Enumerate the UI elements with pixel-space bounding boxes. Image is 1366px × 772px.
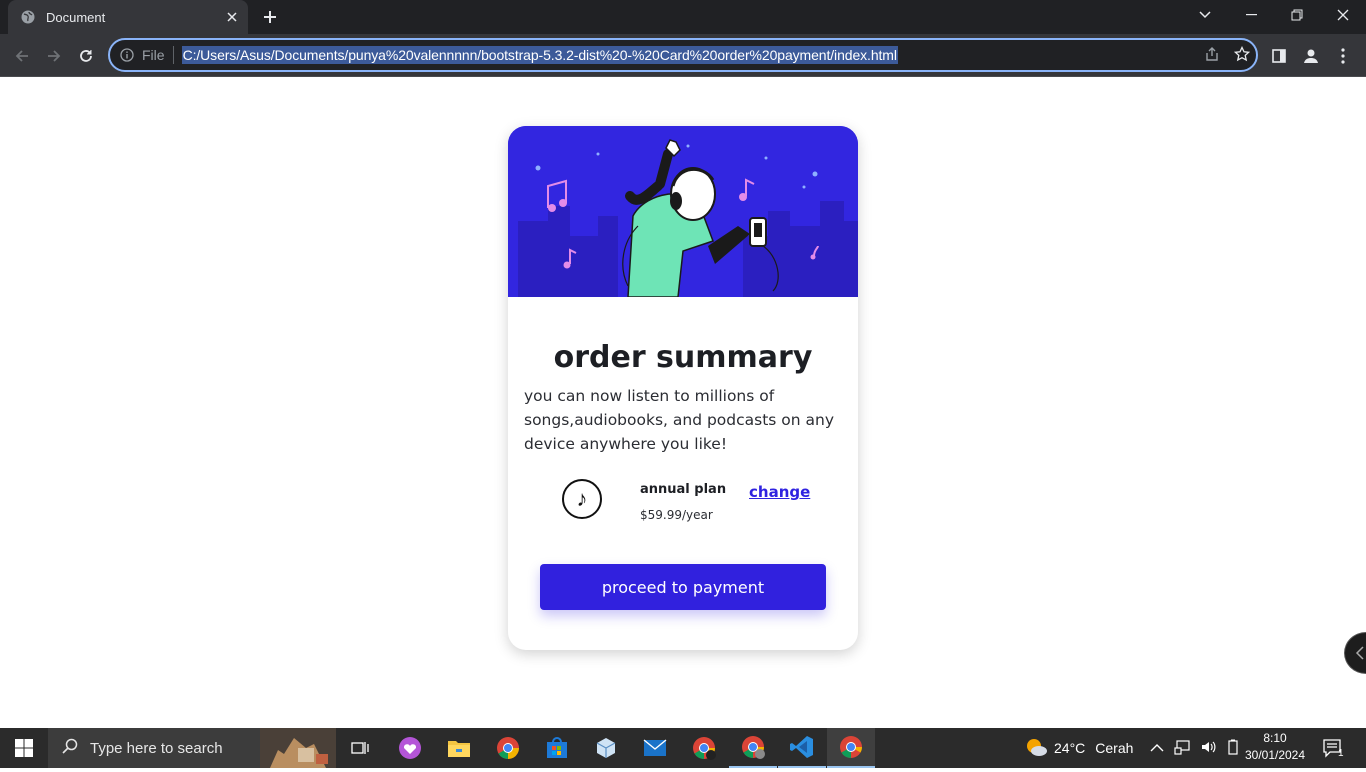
address-bar[interactable]: File C:/Users/Asus/Documents/punya%20val… — [108, 38, 1258, 72]
omnibox-divider — [172, 46, 174, 64]
bookmark-star-icon[interactable] — [1233, 45, 1251, 67]
network-icon[interactable] — [1174, 739, 1190, 758]
battery-icon[interactable] — [1226, 739, 1240, 758]
side-panel-icon[interactable] — [1266, 43, 1292, 69]
chrome-active-icon[interactable] — [827, 728, 875, 768]
card-title: order summary — [553, 340, 813, 375]
system-tray — [1150, 728, 1240, 768]
vscode-icon[interactable] — [778, 728, 826, 768]
search-placeholder: Type here to search — [90, 739, 223, 757]
weather-sun-cloud-icon — [1024, 737, 1048, 760]
task-view-icon[interactable] — [336, 728, 384, 768]
browser-tabstrip: Document — [0, 0, 1366, 34]
restore-button[interactable] — [1274, 0, 1320, 30]
browser-toolbar: File C:/Users/Asus/Documents/punya%20val… — [0, 34, 1366, 77]
music-note-icon: ♪ — [562, 479, 602, 519]
windows-taskbar: Type here to search 24°C Cerah 8:10 30/0… — [0, 728, 1366, 768]
globe-icon — [20, 9, 36, 25]
side-widget-handle[interactable] — [1344, 632, 1366, 674]
mail-icon[interactable] — [631, 728, 679, 768]
scheme-label: File — [142, 47, 165, 63]
search-highlight-image — [260, 728, 336, 768]
weather-temp: 24°C — [1054, 740, 1086, 756]
tab-search-icon[interactable] — [1182, 0, 1228, 30]
new-tab-button[interactable] — [258, 5, 282, 29]
taskbar-clock[interactable]: 8:10 30/01/2024 — [1240, 730, 1310, 764]
file-explorer-icon[interactable] — [435, 728, 483, 768]
windows-start-icon[interactable] — [0, 728, 48, 768]
weather-text: Cerah — [1095, 740, 1134, 756]
forward-icon[interactable] — [40, 42, 68, 70]
close-window-button[interactable] — [1320, 0, 1366, 30]
clock-time: 8:10 — [1263, 731, 1287, 745]
menu-kebab-icon[interactable] — [1330, 43, 1356, 69]
search-icon — [62, 738, 78, 758]
show-hidden-icons-icon[interactable] — [1150, 740, 1164, 756]
chrome-profile-2-icon[interactable] — [729, 728, 777, 768]
tab-title: Document — [46, 9, 106, 25]
proceed-to-payment-button[interactable]: proceed to payment — [540, 564, 826, 610]
volume-icon[interactable] — [1200, 739, 1216, 758]
chrome-icon[interactable] — [484, 728, 532, 768]
order-summary-card: order summary you can now listen to mill… — [508, 126, 858, 650]
heart-app-icon[interactable] — [386, 728, 434, 768]
close-tab-icon[interactable] — [224, 9, 240, 25]
weather-widget[interactable]: 24°C Cerah — [1024, 728, 1133, 768]
change-plan-link[interactable]: change — [749, 483, 810, 501]
chrome-profile-icon[interactable] — [680, 728, 728, 768]
hero-illustration — [508, 126, 858, 298]
site-info-icon[interactable]: File — [120, 47, 165, 63]
box-app-icon[interactable] — [582, 728, 630, 768]
reload-icon[interactable] — [72, 42, 100, 70]
profile-icon[interactable] — [1298, 43, 1324, 69]
notification-count: 1 — [1338, 747, 1344, 759]
plan-price: $59.99/year — [640, 508, 713, 522]
clock-date: 30/01/2024 — [1244, 748, 1306, 762]
back-icon[interactable] — [8, 42, 36, 70]
taskbar-search-box[interactable]: Type here to search — [48, 728, 336, 768]
card-description: you can now listen to millions of songs,… — [524, 387, 835, 453]
share-icon[interactable] — [1204, 46, 1220, 67]
notification-center-icon[interactable]: 1 — [1322, 728, 1344, 768]
minimize-button[interactable] — [1228, 0, 1274, 30]
plan-name: annual plan — [640, 482, 727, 497]
page-viewport: order summary you can now listen to mill… — [0, 77, 1366, 728]
tab-document[interactable]: Document — [8, 0, 248, 34]
url-text[interactable]: C:/Users/Asus/Documents/punya%20valennnn… — [181, 46, 898, 64]
store-icon[interactable] — [533, 728, 581, 768]
